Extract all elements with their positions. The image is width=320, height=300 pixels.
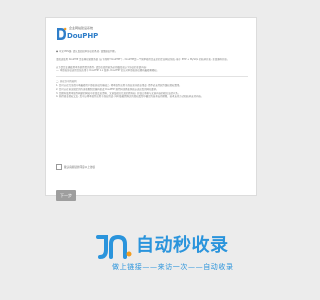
watermark: 自动秒收录 做上链接——来访一次——自动收录 xyxy=(96,234,286,280)
logo-tagline: 企业网站建设系统 xyxy=(69,26,94,30)
next-button[interactable]: 下一步 xyxy=(56,190,76,201)
logo: 企业网站建设系统 DouPHP xyxy=(56,26,116,43)
agree-label: 我认真阅读并同意以上协议 xyxy=(64,166,96,169)
watermark-subtitle: 做上链接——来访一次——自动收录 xyxy=(112,263,234,271)
license-paragraph: 一. 本授权协议适用且仅适用于 DouPHP 1.x 版本, DouPHP 官方… xyxy=(56,69,159,73)
agree-checkbox[interactable] xyxy=(56,164,62,170)
agree-row[interactable]: 我认真阅读并同意以上协议 xyxy=(56,164,206,170)
license-agreement: ● 中文CMS版, 请认真阅读本协议的条款, 谨慎做出判断。 请阅读使用 Dou… xyxy=(56,50,248,99)
installer-panel: 企业网站建设系统 DouPHP ● 中文CMS版, 请认真阅读本协议的条款, 谨… xyxy=(45,17,257,201)
logo-brand: DouPHP xyxy=(67,32,99,40)
license-paragraph: 请阅读使用 DouPHP 企业网站管理系统 (以下简称“DouPHP”) , D… xyxy=(56,57,230,61)
watermark-title: 自动秒收录 xyxy=(136,235,229,256)
link-logo-icon xyxy=(96,234,132,259)
douphp-logo-icon xyxy=(57,27,67,40)
divider xyxy=(56,76,248,78)
terms-item: 4. 获得商业授权之后, 您可以将本软件应用于商业用途, 同时依据所购买的授权类… xyxy=(56,95,204,99)
